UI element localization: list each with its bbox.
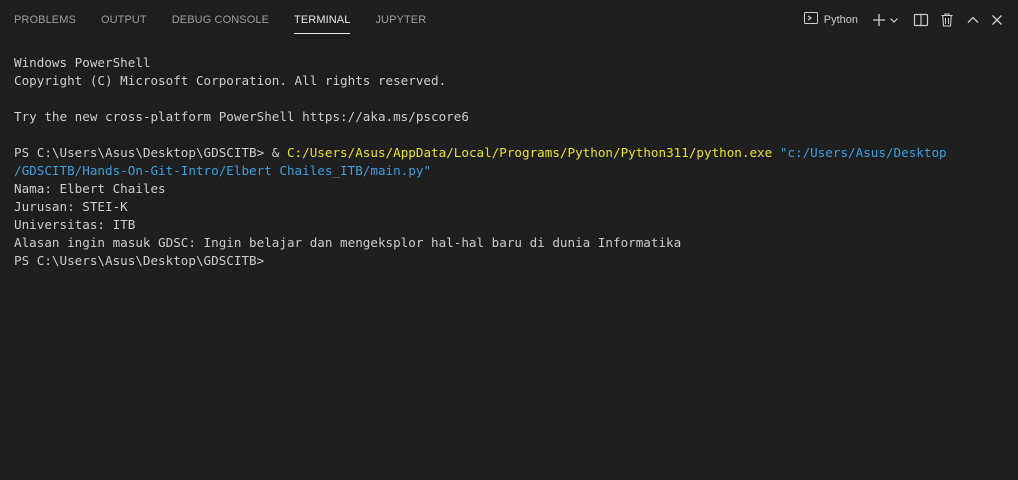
- tab-terminal[interactable]: TERMINAL: [294, 0, 351, 40]
- kill-terminal-button[interactable]: [936, 9, 958, 31]
- terminal-line: Try the new cross-platform PowerShell ht…: [14, 109, 469, 124]
- terminal-icon: [803, 10, 819, 31]
- tab-jupyter[interactable]: JUPYTER: [375, 0, 426, 40]
- new-terminal-button[interactable]: [870, 9, 888, 31]
- chevron-up-icon: [966, 13, 980, 27]
- close-panel-button[interactable]: [986, 9, 1008, 31]
- output-line: Nama: Elbert Chailes: [14, 181, 166, 196]
- prompt: PS C:\Users\Asus\Desktop\GDSCITB>: [14, 145, 272, 160]
- python-executable-path: C:/Users/Asus/AppData/Local/Programs/Pyt…: [286, 145, 773, 160]
- command-line: PS C:\Users\Asus\Desktop\GDSCITB> & C:/U…: [14, 144, 1004, 162]
- terminal-line: Windows PowerShell: [14, 55, 151, 70]
- output-line: Alasan ingin masuk GDSC: Ingin belajar d…: [14, 235, 682, 250]
- split-terminal-button[interactable]: [910, 9, 932, 31]
- tab-problems[interactable]: PROBLEMS: [14, 0, 76, 40]
- final-prompt: PS C:\Users\Asus\Desktop\GDSCITB>: [14, 253, 265, 268]
- launch-profile-dropdown[interactable]: [888, 9, 900, 31]
- plus-icon: [871, 12, 887, 28]
- panel-header: PROBLEMS OUTPUT DEBUG CONSOLE TERMINAL J…: [0, 0, 1018, 40]
- chevron-down-icon: [889, 15, 899, 25]
- tab-output[interactable]: OUTPUT: [101, 0, 147, 40]
- script-path-argument-continued: /GDSCITB/Hands-On-Git-Intro/Elbert Chail…: [14, 163, 432, 178]
- script-path-argument: "c:/Users/Asus/Desktop: [772, 145, 947, 160]
- output-line: Universitas: ITB: [14, 217, 136, 232]
- maximize-panel-button[interactable]: [962, 9, 984, 31]
- terminal-line: Copyright (C) Microsoft Corporation. All…: [14, 73, 447, 88]
- panel-tabs: PROBLEMS OUTPUT DEBUG CONSOLE TERMINAL J…: [14, 0, 451, 40]
- panel-actions: Python: [803, 0, 1008, 40]
- terminal-profile-selector[interactable]: Python: [803, 10, 858, 31]
- terminal-output[interactable]: Windows PowerShell Copyright (C) Microso…: [14, 54, 1004, 480]
- split-terminal-icon: [913, 12, 929, 28]
- trash-icon: [939, 12, 955, 28]
- output-line: Jurusan: STEI-K: [14, 199, 128, 214]
- close-icon: [990, 13, 1004, 27]
- call-operator: &: [271, 145, 287, 160]
- tab-debug-console[interactable]: DEBUG CONSOLE: [172, 0, 269, 40]
- terminal-profile-label: Python: [823, 14, 858, 26]
